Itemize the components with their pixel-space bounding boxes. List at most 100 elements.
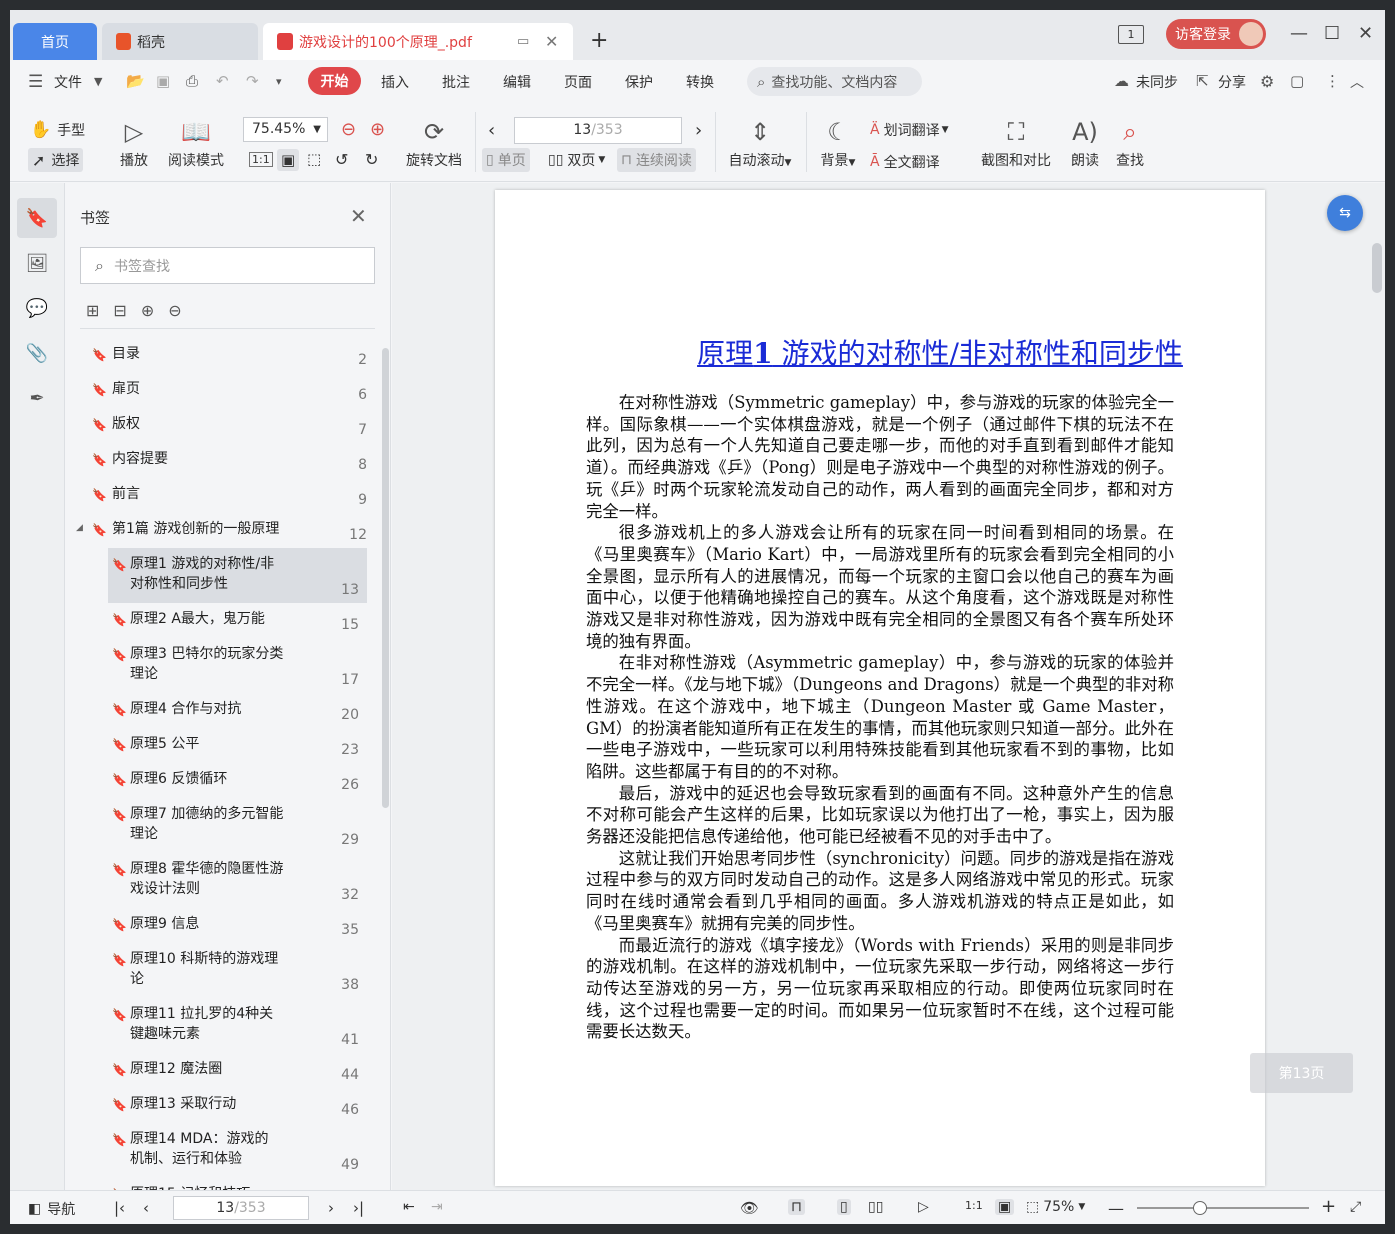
zoom-in-icon[interactable]: + (1321, 1196, 1336, 1217)
collapse-all-icon[interactable]: ⊟ (113, 301, 126, 320)
single-page-button[interactable]: ▯ 单页 (482, 148, 530, 172)
body-paragraph[interactable]: 在非对称性游戏（Asymmetric gameplay）中，参与游戏的玩家的体验… (586, 652, 1174, 782)
document-scrollbar[interactable] (1372, 243, 1382, 293)
body-paragraph[interactable]: 在对称性游戏（Symmetric gameplay）中，参与游戏的玩家的体验完全… (586, 392, 1174, 522)
close-window-icon[interactable]: ✕ (1358, 23, 1373, 44)
expand-toggle-icon[interactable]: ◢ (76, 523, 83, 533)
thumbnail-icon[interactable]: 🖼 (17, 243, 57, 283)
undo-icon[interactable]: ↶ (216, 72, 229, 90)
bookmark-subitem[interactable]: 🔖 原理12 魔法圈 44 (108, 1053, 367, 1088)
find-button[interactable]: ⌕ 查找 (1112, 116, 1148, 170)
bookmark-scrollbar[interactable] (382, 348, 389, 808)
redo-icon[interactable]: ↷ (246, 72, 259, 90)
menu-convert[interactable]: 转换 (686, 72, 714, 92)
bookmark-item[interactable]: 🔖 前言 9 (80, 478, 375, 513)
body-paragraph[interactable]: 这就让我们开始思考同步性（synchronicity）问题。同步的游戏是指在游戏… (586, 848, 1174, 935)
last-page-icon[interactable]: ›| (353, 1199, 364, 1217)
bookmark-item[interactable]: 🔖 版权 7 (80, 408, 375, 443)
zoom-select[interactable]: 75.45% ▼ (243, 117, 328, 142)
bookmark-subitem[interactable]: 🔖 原理14 MDA：游戏的 机制、运行和体验 49 (108, 1123, 367, 1178)
bookmark-search-input[interactable]: ⌕ 书签查找 (80, 247, 375, 284)
bookmark-subitem[interactable]: 🔖 原理10 科斯特的游戏理 论 38 (108, 943, 367, 998)
bookmark-subitem[interactable]: 🔖 原理4 合作与对抗 20 (108, 693, 367, 728)
menu-page[interactable]: 页面 (564, 72, 592, 92)
bookmark-item[interactable]: 🔖 内容提要 8 (80, 443, 375, 478)
zoom-slider[interactable] (1137, 1201, 1309, 1215)
bookmark-subitem[interactable]: 🔖 原理1 游戏的对称性/非 对称性和同步性 13 (108, 548, 367, 603)
bookmark-subitem[interactable]: 🔖 原理3 巴特尔的玩家分类 理论 17 (108, 638, 367, 693)
rotate-document-button[interactable]: ⟳ 旋转文档 (402, 116, 466, 170)
word-translate-button[interactable]: Ä 划词翻译 ▼ (870, 120, 949, 140)
bookmark-subitem[interactable]: 🔖 原理9 信息 35 (108, 908, 367, 943)
prev-page-icon[interactable]: ‹ (143, 1199, 149, 1217)
share-icon[interactable]: ⇱ (1196, 72, 1209, 90)
double-page-button[interactable]: ▯▯ 双页 ▼ (548, 150, 605, 170)
rotate-right-icon[interactable]: ↻ (365, 150, 378, 169)
new-tab-button[interactable]: + (590, 28, 608, 53)
single-mode-icon[interactable]: ▯ (837, 1199, 851, 1215)
zoom-in-icon[interactable]: ⊕ (370, 119, 385, 140)
bookmark-item[interactable]: 🔖 扉页 6 (80, 373, 375, 408)
save-icon[interactable]: ▣ (156, 72, 170, 90)
zoom-out-icon[interactable]: — (1108, 1199, 1124, 1218)
bookmark-subitem[interactable]: 🔖原理15 记忆和技巧 (108, 1178, 367, 1190)
screenshot-compare-button[interactable]: ⛶ 截图和对比 (976, 116, 1056, 170)
comment-icon[interactable]: ▢ (1290, 72, 1304, 90)
next-page-icon[interactable]: › (328, 1199, 334, 1217)
status-page-input[interactable]: 13/353 (173, 1196, 309, 1220)
bookmark-item[interactable]: 🔖 目录 2 (80, 338, 375, 373)
play-button[interactable]: ▷ 播放 (117, 116, 151, 170)
back-icon[interactable]: ⇤ (403, 1199, 415, 1215)
hand-tool[interactable]: ✋ 手型 (30, 120, 85, 140)
forward-icon[interactable]: ⇥ (431, 1199, 443, 1215)
body-paragraph[interactable]: 最后，游戏中的延迟也会导致玩家看到的画面有不同。这种意外产生的信息不对称可能会产… (586, 783, 1174, 848)
tab-home[interactable]: 首页 (13, 23, 97, 60)
fit-width-icon[interactable]: ⬚ (307, 150, 321, 168)
close-tab-icon[interactable]: ✕ (545, 32, 558, 51)
rotate-left-icon[interactable]: ↺ (335, 150, 348, 169)
zoom-select[interactable]: ⬚ 75% ▼ (1026, 1199, 1085, 1215)
bookmark-subitem[interactable]: 🔖 原理11 拉扎罗的4种关 键趣味元素 41 (108, 998, 367, 1053)
read-mode-button[interactable]: 📖 阅读模式 (165, 116, 227, 170)
actual-size-icon[interactable]: 1:1 (965, 1199, 983, 1212)
add-bookmark-icon[interactable]: ⊕ (141, 301, 154, 320)
body-paragraph[interactable]: 而最近流行的游戏《填字接龙》（Words with Friends）采用的则是非… (586, 935, 1174, 1044)
bookmark-subitem[interactable]: 🔖 原理2 A最大，鬼万能 15 (108, 603, 367, 638)
tab-daoke[interactable]: 稻壳 (102, 23, 258, 60)
read-aloud-button[interactable]: A) 朗读 (1068, 116, 1102, 170)
fullscreen-icon[interactable]: ⤢ (1350, 1199, 1361, 1215)
function-search-input[interactable]: ⌕ 查找功能、文档内容 (747, 67, 922, 96)
continuous-mode-icon[interactable]: ⊓ (788, 1199, 805, 1215)
bookmark-subitem[interactable]: 🔖 原理13 采取行动 46 (108, 1088, 367, 1123)
bookmark-subitem[interactable]: 🔖 原理5 公平 23 (108, 728, 367, 763)
chevron-down-icon[interactable]: ▼ (94, 75, 102, 88)
first-page-icon[interactable]: |‹ (114, 1199, 125, 1217)
zoom-out-icon[interactable]: ⊖ (341, 119, 356, 140)
open-folder-icon[interactable]: 📂 (126, 72, 145, 90)
full-translate-button[interactable]: Ā 全文翻译 (870, 152, 940, 172)
expand-all-icon[interactable]: ⊞ (86, 301, 99, 320)
bookmark-subitem[interactable]: 🔖 原理7 加德纳的多元智能 理论 29 (108, 798, 367, 853)
print-icon[interactable]: ⎙ (186, 72, 198, 90)
bookmark-subitem[interactable]: 🔖 原理6 反馈循环 26 (108, 763, 367, 798)
menu-protect[interactable]: 保护 (625, 72, 653, 92)
window-count-badge[interactable]: 1 (1118, 25, 1144, 44)
actual-size-icon[interactable]: 1:1 (249, 152, 273, 167)
tab-document[interactable]: 游戏设计的100个原理_.pdf ▭ ✕ (263, 23, 573, 60)
more-quick-icon[interactable]: ▾ (276, 75, 282, 88)
collapse-ribbon-icon[interactable]: ︿ (1350, 72, 1364, 92)
bookmark-panel-icon[interactable]: 🔖 (17, 198, 57, 238)
signature-icon[interactable]: ✒ (17, 378, 57, 418)
fit-page-icon[interactable]: ▣ (277, 149, 300, 171)
minimize-icon[interactable]: — (1290, 23, 1308, 44)
cloud-sync-icon[interactable]: ☁ (1114, 72, 1129, 90)
close-icon[interactable]: ✕ (350, 204, 367, 228)
gear-icon[interactable]: ⚙ (1260, 72, 1274, 91)
fit-page-icon[interactable]: ▣ (995, 1199, 1015, 1215)
more-icon[interactable]: ⋮ (1325, 72, 1340, 90)
float-tool-icon[interactable]: ⇆ (1327, 195, 1363, 231)
eye-care-icon[interactable]: 👁 (740, 1199, 759, 1217)
screen-icon[interactable]: ▭ (517, 34, 529, 49)
nav-toggle[interactable]: ◧ 导航 (28, 1199, 75, 1219)
bookmark-item[interactable]: ◢ 🔖 第1篇 游戏创新的一般原理 12 (76, 513, 375, 548)
